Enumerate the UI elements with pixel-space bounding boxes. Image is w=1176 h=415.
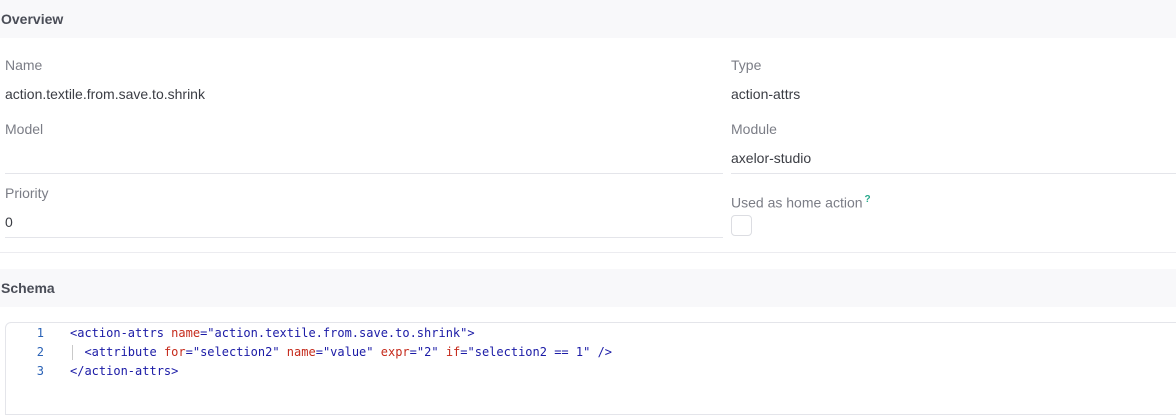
code-line[interactable]: 1 <action-attrs name="action.textile.from… [6, 324, 1176, 343]
home-action-label: Used as home action? [731, 194, 1176, 211]
name-value[interactable]: action.textile.from.save.to.shrink [5, 86, 205, 102]
code-attribute-token: expr [380, 345, 410, 359]
line-number: 1 [36, 326, 44, 340]
code-punctuation-token: = [409, 345, 417, 359]
code-string-token: "selection2" [192, 345, 280, 359]
code-punctuation-token: = [315, 345, 323, 359]
type-label: Type [731, 57, 762, 73]
priority-label: Priority [5, 185, 49, 201]
line-number: 2 [36, 345, 44, 359]
code-attribute-token: name [286, 345, 316, 359]
home-action-field: Used as home action? [731, 194, 1176, 244]
priority-value[interactable]: 0 [5, 214, 13, 230]
line-number: 3 [36, 364, 44, 378]
schema-code-editor[interactable]: 1 <action-attrs name="action.textile.from… [5, 322, 1176, 415]
code-text: <attribute for="selection2" name="value"… [70, 343, 612, 362]
home-action-label-text: Used as home action [731, 194, 863, 211]
type-field: Type action-attrs [731, 57, 1176, 117]
code-string-token: "action.textile.from.save.to.shrink" [207, 326, 468, 340]
code-tag-token: /> [597, 345, 613, 359]
code-attribute-token: name [171, 326, 201, 340]
code-text: <action-attrs name="action.textile.from.… [70, 324, 475, 343]
overview-panel-title: Overview [0, 0, 1176, 38]
home-action-checkbox[interactable] [731, 215, 752, 236]
priority-field: Priority 0 [5, 185, 723, 245]
module-field: Module axelor-studio [731, 121, 1176, 181]
priority-field-underline [5, 237, 723, 238]
code-attribute-token: for [163, 345, 186, 359]
code-text: </action-attrs> [70, 362, 178, 381]
name-label: Name [5, 57, 43, 73]
code-tag-token: </action-attrs> [70, 364, 179, 378]
name-field: Name action.textile.from.save.to.shrink [5, 57, 723, 117]
code-string-token: "value" [322, 345, 374, 359]
schema-panel-title: Schema [0, 269, 1176, 307]
code-string-token: "selection2 == 1" [467, 345, 591, 359]
model-field-underline [5, 173, 723, 174]
overview-panel-divider [0, 252, 1176, 253]
model-label: Model [5, 121, 44, 137]
module-field-underline [731, 173, 1176, 174]
help-icon[interactable]: ? [865, 194, 871, 205]
module-value[interactable]: axelor-studio [731, 150, 811, 166]
code-tag-token: > [467, 326, 475, 340]
type-value[interactable]: action-attrs [731, 86, 800, 102]
code-string-token: "2" [416, 345, 439, 359]
model-field: Model [5, 121, 723, 181]
module-label: Module [731, 121, 777, 137]
code-line[interactable]: 2 <attribute for="selection2" name="valu… [6, 343, 1176, 362]
code-attribute-token: if [445, 345, 461, 359]
code-line[interactable]: 3 </action-attrs> [6, 362, 1176, 381]
code-punctuation-token: = [185, 345, 193, 359]
code-tag-token: <action-attrs [70, 326, 164, 340]
code-tag-token: <attribute [84, 345, 157, 359]
code-punctuation-token: = [460, 345, 468, 359]
